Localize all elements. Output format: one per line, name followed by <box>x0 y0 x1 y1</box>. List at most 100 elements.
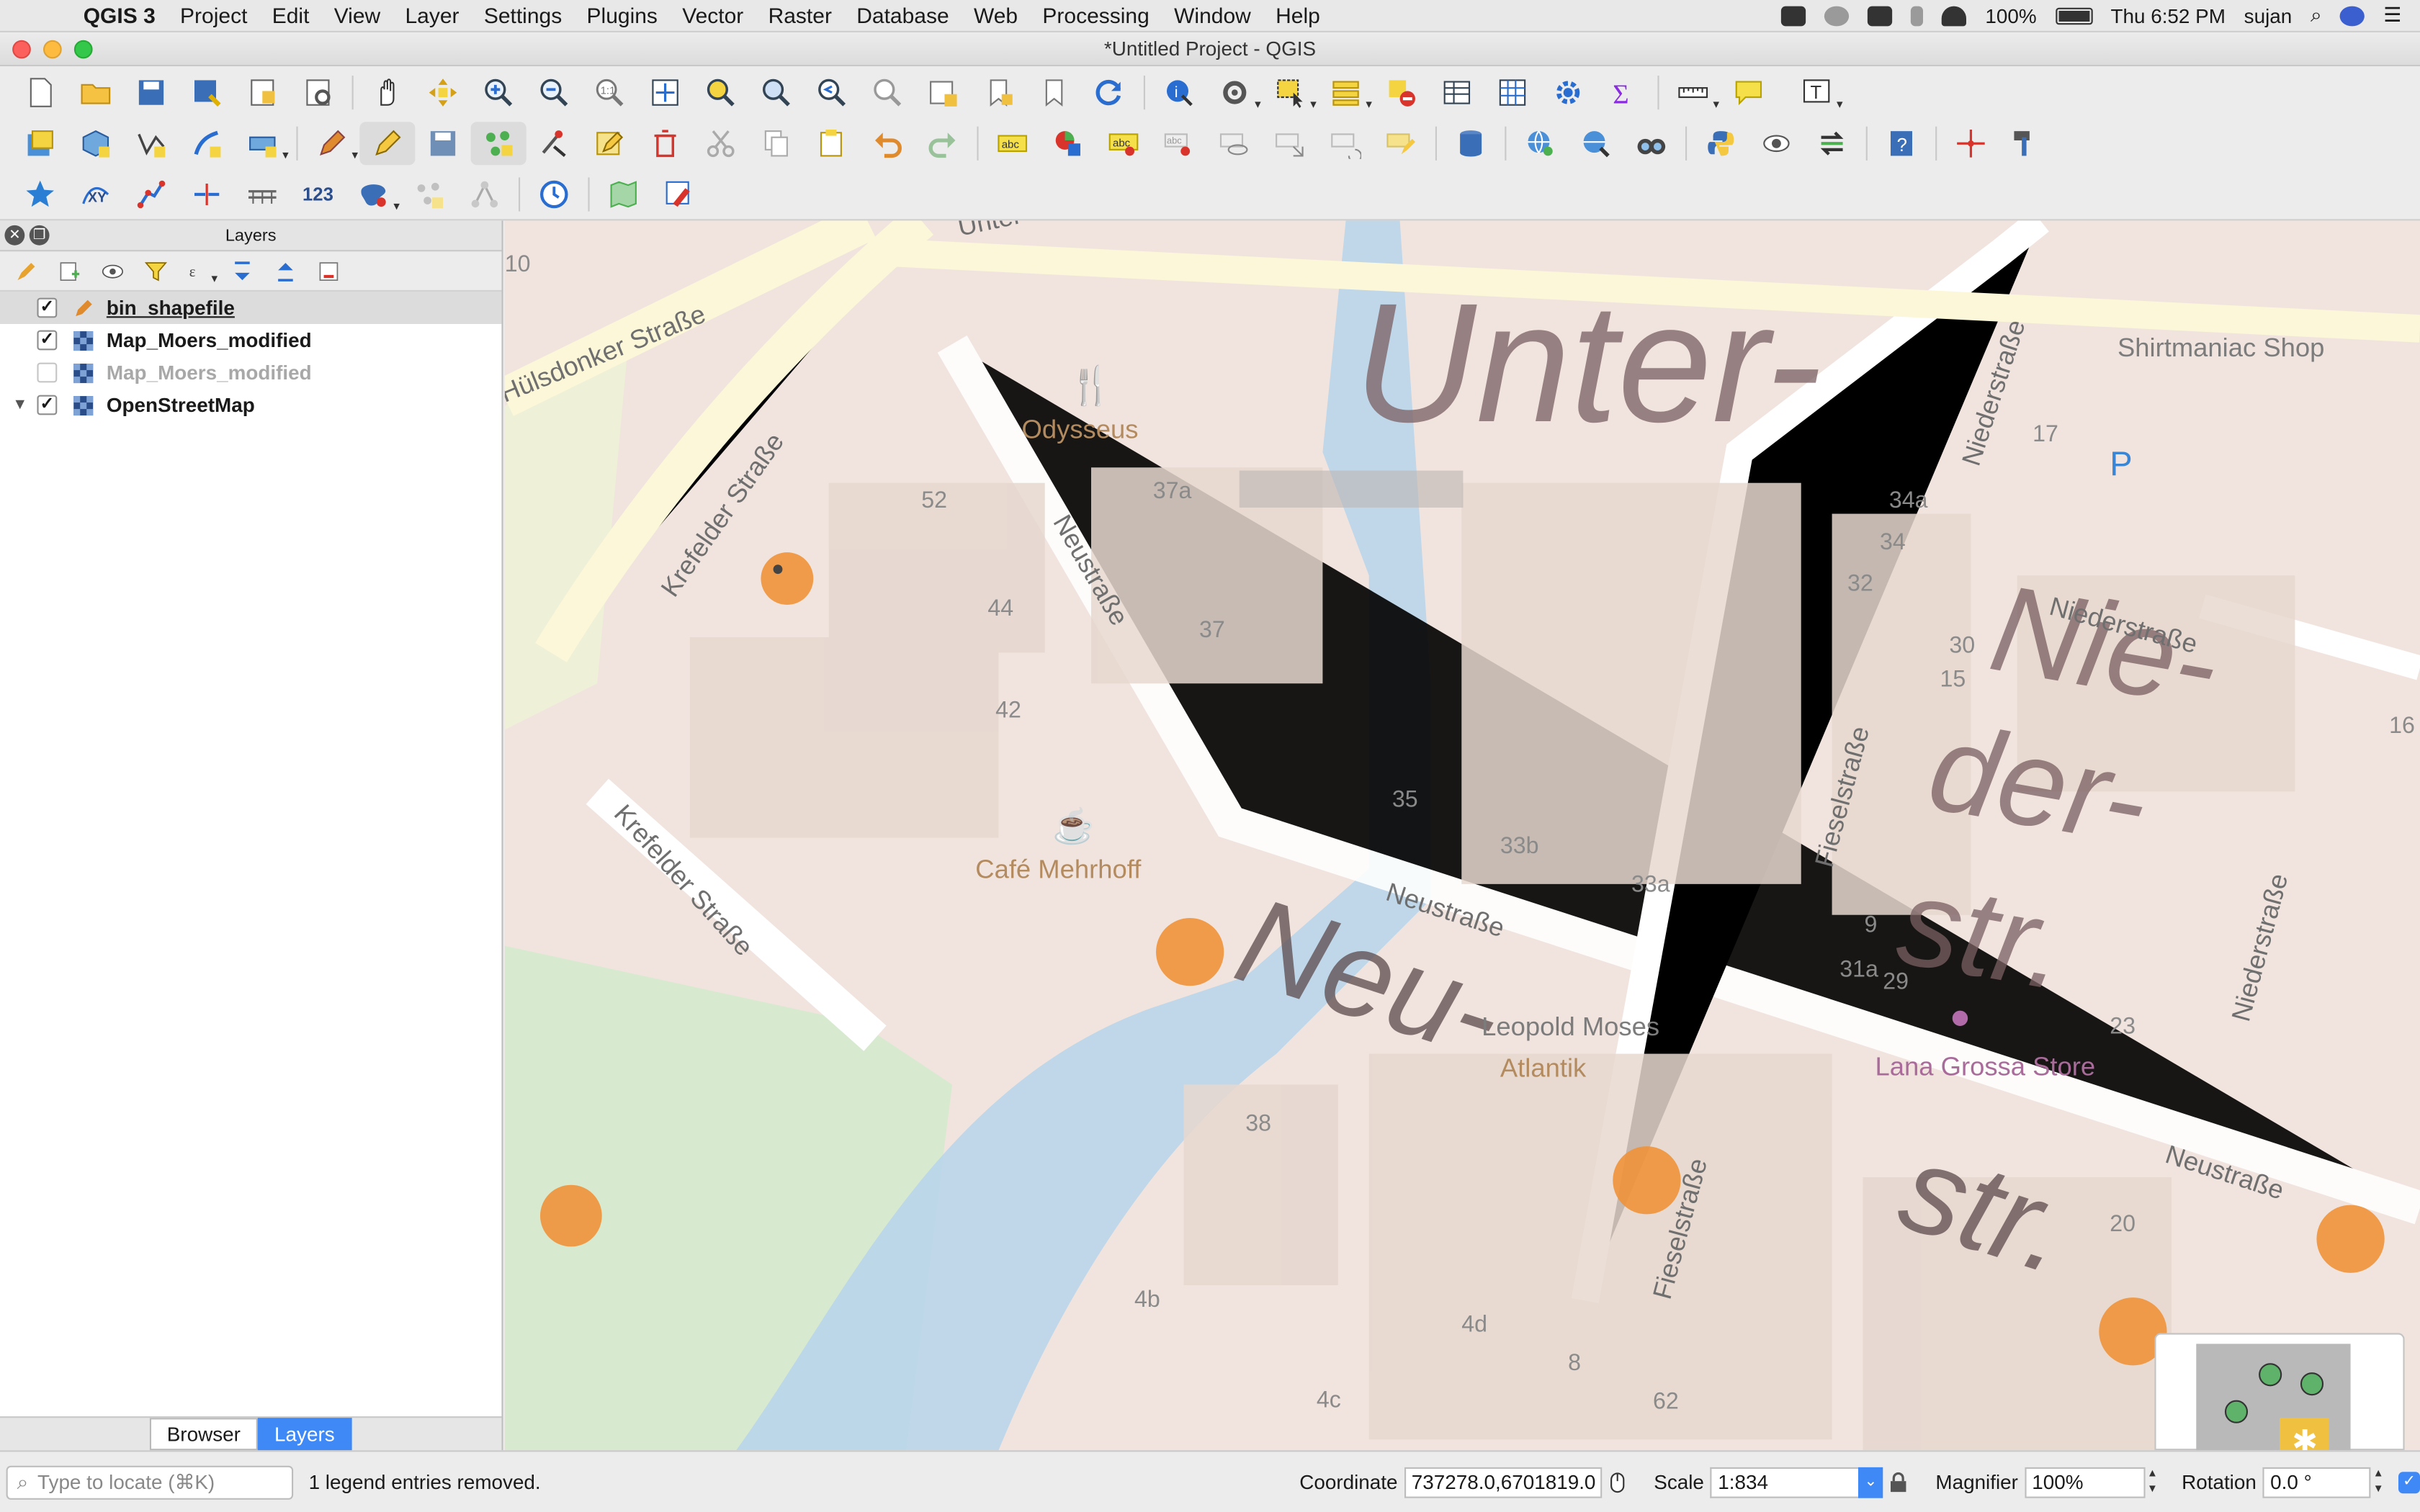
menu-project[interactable]: Project <box>168 3 260 27</box>
python-console-button[interactable] <box>1693 122 1749 165</box>
magnifier-spin-icon[interactable]: ▲ ▼ <box>2145 1467 2160 1498</box>
new-map-view-button[interactable] <box>915 71 971 114</box>
filter-legend-button[interactable] <box>136 254 176 288</box>
spotlight-icon[interactable]: ⌕ <box>2311 3 2322 27</box>
measure-line-button[interactable] <box>1665 71 1721 114</box>
current-edits-button[interactable] <box>304 122 359 165</box>
overview-widget[interactable]: ✱ <box>2154 1333 2405 1451</box>
help-contents-button[interactable]: ? <box>1873 122 1929 165</box>
open-layer-styling-button[interactable] <box>6 254 47 288</box>
feature-form-button[interactable] <box>346 172 401 215</box>
select-features-button[interactable] <box>1263 71 1318 114</box>
collapse-all-button[interactable] <box>266 254 306 288</box>
layer-labeling-button[interactable]: abc <box>985 122 1040 165</box>
metasearch-button[interactable] <box>1512 122 1568 165</box>
coordinate-capture-button[interactable] <box>1943 122 1999 165</box>
user-name[interactable]: sujan <box>2244 4 2293 27</box>
toggle-editing-button[interactable] <box>359 122 416 166</box>
panel-float-icon[interactable]: ❐ <box>29 225 50 246</box>
new-project-button[interactable] <box>12 71 68 114</box>
menu-database[interactable]: Database <box>844 3 962 27</box>
magnifier-field[interactable]: 100% <box>2024 1466 2145 1498</box>
save-project-button[interactable] <box>123 71 179 114</box>
save-as-button[interactable] <box>179 71 235 114</box>
bluetooth-icon[interactable] <box>1911 5 1924 26</box>
new-shapefile-layer-button[interactable] <box>123 122 179 165</box>
menu-web[interactable]: Web <box>962 3 1030 27</box>
select-by-value-button[interactable] <box>1318 71 1373 114</box>
copy-features-button[interactable] <box>748 122 804 165</box>
map-swipe-button[interactable] <box>596 172 651 215</box>
redo-button[interactable] <box>915 122 971 165</box>
status-elephant-icon[interactable] <box>1868 5 1893 26</box>
menu-vector[interactable]: Vector <box>670 3 756 27</box>
tab-browser[interactable]: Browser <box>150 1418 258 1451</box>
wifi-icon[interactable] <box>1942 5 1967 26</box>
layer-row-map-moers-modified[interactable]: ✓ Map_Moers_modified <box>0 324 501 356</box>
zoom-to-layer-button[interactable] <box>748 71 804 114</box>
menu-settings[interactable]: Settings <box>472 3 575 27</box>
close-window-button[interactable] <box>12 40 31 59</box>
zoom-in-button[interactable] <box>471 71 526 114</box>
rotate-label-button[interactable] <box>1318 122 1373 165</box>
add-xy-layer-button[interactable]: XY <box>68 172 123 215</box>
attribute-painter-button[interactable] <box>651 172 707 215</box>
layer-visibility-checkbox[interactable]: ✓ <box>37 330 58 351</box>
scale-dropdown-chevron-icon[interactable]: ⌄ <box>1858 1466 1883 1498</box>
metasearch-settings-button[interactable] <box>1568 122 1623 165</box>
split-line-button[interactable] <box>179 172 235 215</box>
menu-window[interactable]: Window <box>1162 3 1263 27</box>
show-hide-labels-button[interactable] <box>1207 122 1263 165</box>
save-layer-edits-button[interactable] <box>415 122 470 165</box>
db-manager-button[interactable] <box>1443 122 1499 165</box>
network-points-button[interactable] <box>457 172 512 215</box>
coordinate-field[interactable]: 737278.0,6701819.0 <box>1404 1466 1602 1498</box>
refresh-button[interactable] <box>1082 71 1137 114</box>
lock-scale-button[interactable] <box>1883 1467 1914 1498</box>
layer-visibility-checkbox[interactable]: ✓ <box>37 297 58 318</box>
layer-row-openstreetmap[interactable]: ▼ ✓ OpenStreetMap <box>0 389 501 421</box>
scale-field[interactable]: 1:834 <box>1710 1466 1859 1498</box>
number-digitize-button[interactable]: 123 <box>290 172 346 215</box>
remove-layer-button[interactable] <box>309 254 349 288</box>
point-cluster-button[interactable] <box>401 172 457 215</box>
expand-all-button[interactable] <box>223 254 263 288</box>
vertex-tool-button[interactable] <box>526 122 582 165</box>
spin-up-icon[interactable]: ▲ <box>2145 1467 2160 1482</box>
open-project-button[interactable] <box>68 71 123 114</box>
menu-app[interactable]: QGIS 3 <box>71 3 168 27</box>
layer-visibility-checkbox[interactable]: ✓ <box>37 395 58 415</box>
cut-features-button[interactable] <box>693 122 748 165</box>
pin-labels-button[interactable]: abc <box>1152 122 1207 165</box>
processing-toolbox-button[interactable] <box>1541 71 1596 114</box>
spin-down-icon[interactable]: ▼ <box>2145 1482 2160 1497</box>
layer-row-bin-shapefile[interactable]: ✓ bin_shapefile <box>0 292 502 324</box>
qgis-cloud-button[interactable] <box>12 172 68 215</box>
quick-osm-button[interactable] <box>1623 122 1679 165</box>
locator-search-input[interactable]: ⌕ Type to locate (⌘K) <box>6 1464 294 1499</box>
status-sync-icon[interactable] <box>1824 5 1850 26</box>
data-source-manager-button[interactable] <box>12 122 68 165</box>
run-action-button[interactable] <box>1207 71 1263 114</box>
toggle-extents-button[interactable] <box>1601 1467 1632 1498</box>
digitize-line-button[interactable] <box>123 172 179 215</box>
clock[interactable]: Thu 6:52 PM <box>2110 4 2226 27</box>
move-label-button[interactable] <box>1263 122 1318 165</box>
pan-map-button[interactable] <box>359 71 415 114</box>
menu-edit[interactable]: Edit <box>260 3 322 27</box>
highlight-pinned-labels-button[interactable]: abc <box>1095 122 1151 165</box>
manage-visibility-button[interactable] <box>93 254 133 288</box>
zoom-out-button[interactable] <box>526 71 582 114</box>
menu-processing[interactable]: Processing <box>1030 3 1162 27</box>
temporal-controller-button[interactable] <box>526 172 582 215</box>
new-spatialite-layer-button[interactable] <box>179 122 235 165</box>
panel-close-icon[interactable]: ✕ <box>4 225 25 246</box>
spin-up-icon[interactable]: ▲ <box>2370 1467 2385 1482</box>
new-print-layout-button[interactable] <box>235 71 290 114</box>
layout-manager-button[interactable] <box>290 71 346 114</box>
siri-icon[interactable] <box>2340 5 2365 26</box>
menu-plugins[interactable]: Plugins <box>574 3 670 27</box>
add-point-feature-button[interactable] <box>470 122 526 166</box>
profile-tool-button[interactable] <box>235 172 290 215</box>
paste-features-button[interactable] <box>804 122 859 165</box>
